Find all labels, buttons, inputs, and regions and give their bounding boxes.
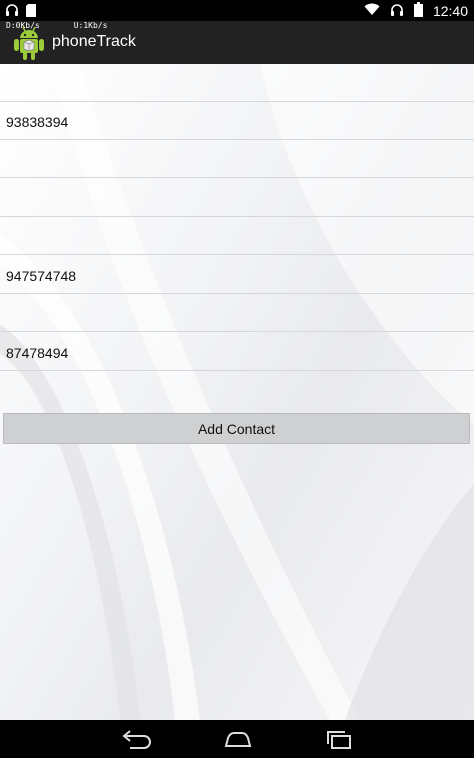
home-icon[interactable] — [222, 728, 254, 755]
contact-row[interactable]: 947574748 — [0, 256, 474, 294]
recent-apps-icon[interactable] — [323, 728, 355, 755]
navigation-bar — [0, 720, 474, 758]
app-title: phoneTrack — [52, 33, 136, 50]
status-bar: 12:40 — [0, 0, 474, 21]
add-contact-button[interactable]: Add Contact — [3, 413, 470, 444]
headphones-icon — [5, 3, 19, 20]
sd-card-icon — [26, 3, 36, 20]
contact-number: 93838394 — [6, 114, 69, 130]
contact-number: 87478494 — [6, 345, 69, 361]
contact-row[interactable] — [0, 217, 474, 255]
contact-number: 947574748 — [6, 268, 77, 284]
upload-rate: U:1Kb/s — [73, 21, 108, 30]
contact-row[interactable] — [0, 179, 474, 217]
wifi-icon — [364, 3, 380, 19]
contact-list-screen: 93838394 947574748 87478494 Add Contact — [0, 64, 474, 720]
contact-row[interactable]: 87478494 — [0, 333, 474, 371]
android-robot-icon[interactable] — [12, 25, 46, 61]
download-rate: D:0Kb/s — [6, 21, 40, 30]
contact-row[interactable]: 93838394 — [0, 102, 474, 140]
clock: 12:40 — [432, 3, 468, 19]
back-icon[interactable] — [120, 728, 152, 755]
contact-row[interactable] — [0, 294, 474, 332]
headphones-icon — [390, 3, 404, 20]
battery-icon — [413, 2, 423, 20]
contact-row[interactable] — [0, 64, 474, 102]
network-rate-overlay: D:0Kb/s U:1Kb/s — [6, 21, 107, 30]
contact-row[interactable] — [0, 140, 474, 178]
